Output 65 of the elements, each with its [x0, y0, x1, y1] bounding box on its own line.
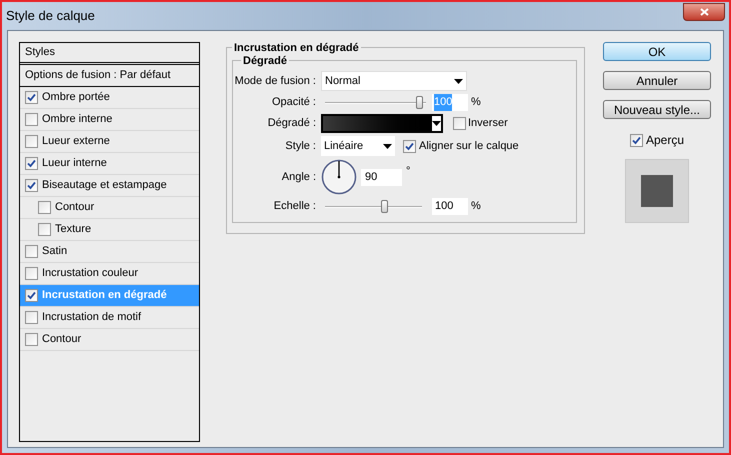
checkbox[interactable]	[25, 135, 38, 148]
style-item[interactable]: Incrustation de motif	[20, 307, 199, 329]
checkbox[interactable]	[25, 289, 38, 302]
style-item[interactable]: Ombre interne	[20, 109, 199, 131]
preview-square	[641, 175, 673, 207]
checkbox[interactable]	[25, 113, 38, 126]
checkmark-icon	[27, 159, 36, 168]
checkbox-label: Aligner sur le calque	[419, 138, 519, 154]
caret-icon	[383, 144, 392, 148]
panel-title: Incrustation en dégradé	[232, 40, 361, 56]
field-label: Opacité :	[270, 95, 317, 110]
style-item[interactable]: Lueur externe	[20, 131, 199, 153]
checkbox[interactable]	[403, 140, 416, 152]
checkbox-label: Aperçu	[646, 132, 684, 149]
window-title: Style de calque	[6, 7, 95, 26]
scale-field[interactable]: 100	[432, 198, 468, 215]
dialog-button[interactable]: Annuler	[603, 71, 711, 90]
gradient-picker[interactable]	[321, 114, 443, 133]
style-item[interactable]: Ombre portée	[20, 87, 199, 109]
checkmark-icon	[27, 291, 36, 300]
checkbox[interactable]	[25, 157, 38, 170]
unit-label: %	[471, 95, 481, 110]
checkbox[interactable]	[25, 245, 38, 258]
style-item[interactable]: Contour	[20, 329, 199, 351]
style-item[interactable]: Contour	[20, 197, 199, 219]
unit-label: %	[471, 199, 481, 214]
group-title: Dégradé	[241, 53, 290, 70]
angle-dial[interactable]	[321, 159, 357, 195]
checkbox[interactable]	[453, 117, 466, 130]
checkmark-icon	[27, 93, 36, 102]
angle-field[interactable]: 90	[361, 168, 402, 186]
blending-options-item[interactable]: Options de fusion : Par défaut	[20, 65, 199, 87]
checkbox[interactable]	[25, 267, 38, 280]
checkbox[interactable]	[25, 91, 38, 104]
style-item[interactable]: Lueur interne	[20, 153, 199, 175]
style-item[interactable]: Satin	[20, 241, 199, 263]
checkbox[interactable]	[630, 134, 643, 146]
checkbox-label: Inverser	[468, 116, 508, 132]
checkbox[interactable]	[25, 179, 38, 192]
close-icon	[700, 8, 708, 16]
field-label: Dégradé :	[266, 116, 317, 132]
checkbox[interactable]	[38, 201, 51, 214]
dialog-button[interactable]: Nouveau style...	[603, 100, 711, 119]
caret-icon	[454, 78, 463, 84]
checkmark-icon	[405, 142, 414, 150]
dialog-button[interactable]: OK	[603, 42, 711, 61]
field-label: Style :	[284, 138, 317, 154]
slider-thumb[interactable]	[380, 200, 388, 212]
checkmark-icon	[632, 136, 641, 144]
style-item[interactable]: Biseautage et estampage	[20, 175, 199, 197]
unit-label: °	[406, 164, 410, 179]
field-label: Angle :	[280, 170, 317, 185]
field-label: Echelle :	[272, 199, 317, 214]
caret-icon	[432, 121, 441, 126]
close-button[interactable]	[683, 3, 725, 21]
checkbox[interactable]	[25, 311, 38, 324]
checkbox[interactable]	[38, 223, 51, 236]
list-header: Styles	[20, 43, 199, 65]
blend-mode-dropdown[interactable]: Normal	[321, 71, 467, 91]
checkbox[interactable]	[25, 333, 38, 346]
slider-thumb[interactable]	[416, 96, 424, 108]
field-label: Mode de fusion :	[234, 74, 317, 89]
style-item[interactable]: Texture	[20, 219, 199, 241]
checkmark-icon	[27, 181, 36, 190]
style-dropdown[interactable]: Linéaire	[321, 136, 395, 156]
